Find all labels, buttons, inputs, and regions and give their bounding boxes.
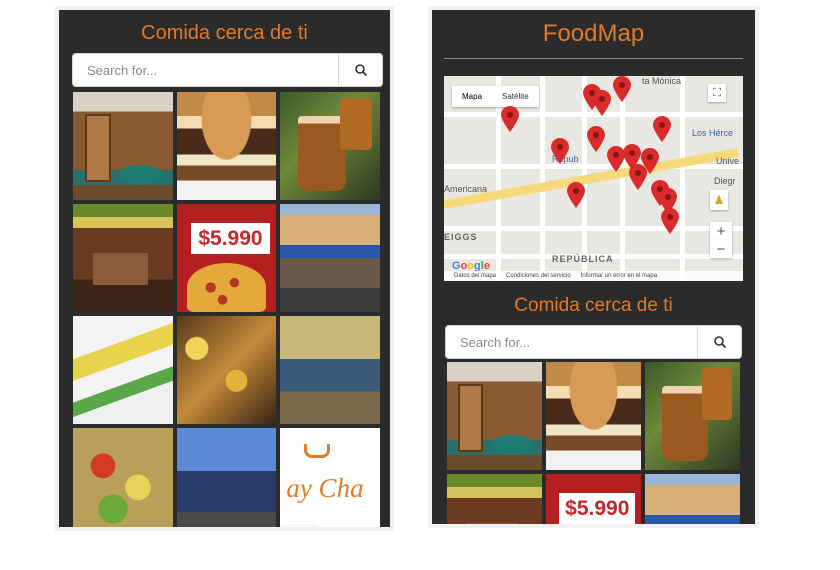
food-truck-photo[interactable]: [176, 428, 277, 527]
search-input[interactable]: [446, 326, 697, 358]
map-label: Unive: [716, 156, 740, 166]
map-label: Diegr: [714, 176, 736, 186]
restaurant-fruit-photo[interactable]: [73, 204, 173, 312]
drink-photo[interactable]: [645, 362, 740, 470]
salad-photo[interactable]: [73, 428, 173, 527]
logo-photo[interactable]: ay Cha ............................: [280, 428, 380, 527]
divider: [444, 58, 743, 59]
map-label: Americana: [444, 184, 488, 194]
map-footer: Datos del mapa Condiciones del servicio …: [444, 271, 743, 281]
storefront-photo[interactable]: [280, 204, 380, 312]
burger-photo[interactable]: [546, 362, 641, 470]
map-type-satellite[interactable]: Satélite: [492, 86, 539, 107]
pizza-ad-photo[interactable]: $5.990: [176, 204, 277, 312]
map-label: EIGGS: [444, 232, 478, 242]
map-marker[interactable]: [566, 182, 586, 208]
food-crowd-photo[interactable]: [176, 316, 277, 424]
map-data-link[interactable]: Datos del mapa: [454, 273, 496, 279]
map-label: Los Hérce: [692, 128, 734, 138]
fullscreen-button[interactable]: ⛶: [708, 84, 726, 102]
street-view-pegman-icon[interactable]: ♟: [710, 190, 728, 210]
price-tag: $5.990: [559, 493, 636, 524]
search-bar: [72, 53, 383, 87]
logo-tagline-graphic: ............................: [284, 522, 316, 527]
map-marker[interactable]: [586, 126, 606, 152]
map-marker[interactable]: [660, 208, 680, 234]
map-marker[interactable]: [550, 138, 570, 164]
interior-photo[interactable]: [280, 316, 380, 424]
storefront-photo[interactable]: [645, 474, 740, 524]
right-screen: FoodMap Mapa Satélite Americana Repub Lo…: [432, 10, 755, 524]
map-type-map[interactable]: Mapa: [452, 86, 492, 107]
search-input[interactable]: [73, 54, 338, 86]
left-screen: Comida cerca de ti $5.990 ay Cha .......…: [59, 10, 390, 527]
map-road: [680, 76, 685, 281]
map-marker[interactable]: [500, 106, 520, 132]
terms-link[interactable]: Condiciones del servicio: [506, 273, 571, 279]
map-marker[interactable]: [612, 76, 632, 102]
map-type-control: Mapa Satélite: [452, 86, 539, 107]
map-road: [540, 76, 545, 281]
map[interactable]: Mapa Satélite Americana Repub Los Hérce …: [444, 76, 743, 281]
burger-photo[interactable]: [176, 92, 277, 200]
restaurant-interior-photo[interactable]: [73, 92, 173, 200]
restaurant-fruit-photo[interactable]: [447, 474, 542, 524]
zoom-in-button[interactable]: +: [710, 222, 732, 240]
wrap-photo[interactable]: [73, 316, 173, 424]
search-icon: [713, 336, 726, 349]
map-label: REPÚBLICA: [552, 254, 614, 264]
search-icon: [354, 64, 367, 77]
map-road: [444, 226, 743, 231]
search-button[interactable]: [338, 54, 382, 86]
section-title: Comida cerca de ti: [514, 295, 673, 316]
food-photo-grid: $5.990: [447, 362, 740, 524]
drink-photo[interactable]: [280, 92, 380, 200]
map-marker[interactable]: [628, 164, 648, 190]
zoom-out-button[interactable]: −: [710, 240, 732, 258]
search-button[interactable]: [697, 326, 741, 358]
price-tag: $5.990: [190, 223, 271, 254]
restaurant-interior-photo[interactable]: [447, 362, 542, 470]
pizza-ad-photo[interactable]: $5.990: [546, 474, 641, 524]
map-marker[interactable]: [592, 90, 612, 116]
crown-icon: [304, 444, 331, 458]
page-title: Comida cerca de ti: [141, 22, 308, 44]
food-photo-grid: $5.990 ay Cha ..........................…: [73, 92, 380, 527]
map-road: [620, 76, 625, 281]
map-road: [444, 164, 743, 169]
map-marker[interactable]: [652, 116, 672, 142]
logo-text: ay Cha: [286, 473, 364, 503]
report-error-link[interactable]: Informar un error en el mapa: [581, 273, 657, 279]
map-label: ta Mónica: [642, 76, 682, 86]
highway: [444, 148, 740, 209]
search-bar: [445, 325, 742, 359]
app-title: FoodMap: [542, 20, 645, 47]
